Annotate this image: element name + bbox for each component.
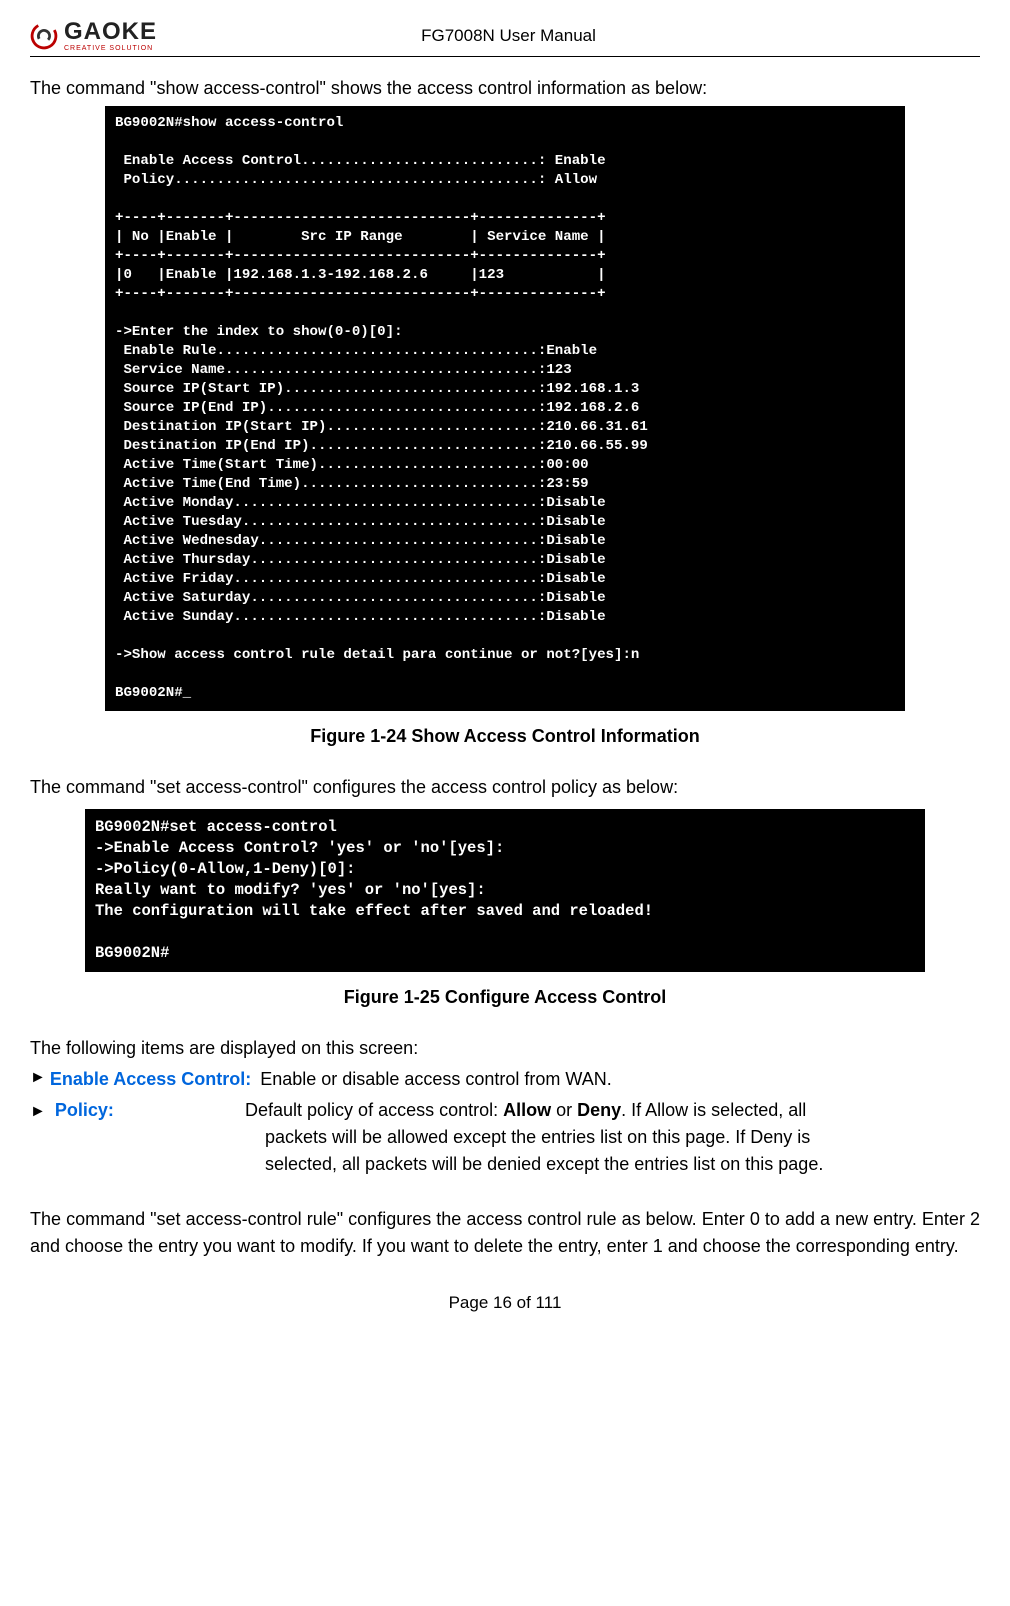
policy-text-post: . If Allow is selected, all xyxy=(621,1100,806,1120)
logo-main-text: GAOKE xyxy=(64,20,157,44)
page-footer: Page 16 of 111 xyxy=(30,1290,980,1316)
bullet-arrow-icon: ► xyxy=(30,1103,46,1120)
terminal-output-2: BG9002N#set access-control ->Enable Acce… xyxy=(85,809,925,971)
items-intro: The following items are displayed on thi… xyxy=(30,1035,980,1062)
figure-caption-2: Figure 1-25 Configure Access Control xyxy=(30,984,980,1011)
bullet-enable-access-control: ► Enable Access Control: Enable or disab… xyxy=(30,1066,980,1093)
bullet-policy: ► Policy: Default policy of access contr… xyxy=(30,1097,980,1178)
policy-line-2: packets will be allowed except the entri… xyxy=(265,1124,980,1151)
paragraph-4: The command "set access-control rule" co… xyxy=(30,1206,980,1260)
figure-caption-1: Figure 1-24 Show Access Control Informat… xyxy=(30,723,980,750)
bullet-text-enable: Enable or disable access control from WA… xyxy=(255,1069,611,1089)
policy-bold-allow: Allow xyxy=(503,1100,551,1120)
logo-tagline: CREATIVE SOLUTION xyxy=(64,45,157,52)
bullet-label-enable: Enable Access Control: xyxy=(50,1069,251,1089)
policy-text-mid: or xyxy=(551,1100,577,1120)
intro-paragraph-2: The command "set access-control" configu… xyxy=(30,774,980,801)
bullet-label-policy: Policy: xyxy=(55,1100,114,1120)
page-header: GAOKE CREATIVE SOLUTION FG7008N User Man… xyxy=(30,20,980,57)
logo: GAOKE CREATIVE SOLUTION xyxy=(30,20,157,52)
policy-bold-deny: Deny xyxy=(577,1100,621,1120)
terminal-output-1: BG9002N#show access-control Enable Acces… xyxy=(105,106,905,711)
intro-paragraph-1: The command "show access-control" shows … xyxy=(30,75,980,102)
policy-text-pre: Default policy of access control: xyxy=(245,1100,503,1120)
document-title: FG7008N User Manual xyxy=(157,23,860,49)
bullet-arrow-icon: ► xyxy=(30,1066,46,1093)
policy-line-3: selected, all packets will be denied exc… xyxy=(265,1151,980,1178)
logo-icon xyxy=(30,22,58,50)
